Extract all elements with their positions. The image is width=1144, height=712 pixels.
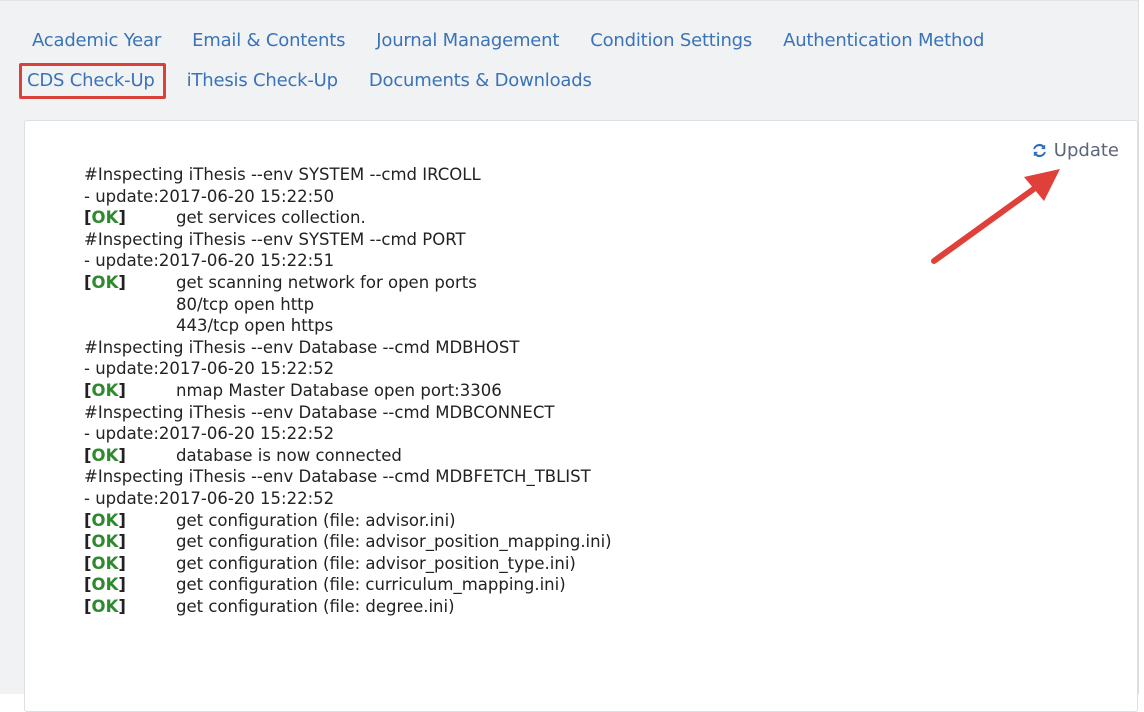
log-ok-line: [OK] get configuration (file: advisor.ini…: [84, 510, 612, 532]
log-ok-line: [OK] get configuration (file: curriculum_…: [84, 574, 612, 596]
ok-status-badge: [OK]: [84, 445, 126, 465]
log-header-line: - update:2017-06-20 15:22:52: [84, 359, 335, 379]
log-header-line: #Inspecting iThesis --env SYSTEM --cmd I…: [84, 165, 481, 184]
ok-status-text: OK: [91, 532, 119, 552]
log-detail-line: 443/tcp open https: [176, 316, 334, 336]
log-message: get configuration (file: advisor.ini): [176, 510, 456, 530]
log-header-line: #Inspecting iThesis --env Database --cmd…: [84, 337, 520, 357]
log-message: get configuration (file: degree.ini): [176, 596, 455, 616]
log-message: get configuration (file: advisor_positio…: [176, 553, 576, 573]
ok-status-badge: [OK]: [84, 510, 126, 530]
tab-academic-year[interactable]: Academic Year: [22, 26, 171, 57]
ok-status-text: OK: [91, 208, 119, 228]
log-message: get configuration (file: advisor_positio…: [176, 532, 612, 552]
ok-status-badge: [OK]: [84, 272, 126, 292]
log-ok-line: [OK] get services collection.: [84, 207, 612, 229]
tab-condition-settings[interactable]: Condition Settings: [580, 26, 762, 57]
log-message: get configuration (file: curriculum_mapp…: [176, 575, 566, 595]
ok-status-badge: [OK]: [84, 575, 126, 595]
tab-journal-management[interactable]: Journal Management: [366, 26, 569, 57]
log-ok-line: [OK] database is now connected: [84, 445, 612, 467]
log-message: nmap Master Database open port:3306: [176, 380, 502, 400]
tab-cds-check-up[interactable]: CDS Check-Up: [19, 63, 166, 99]
log-message: database is now connected: [176, 445, 402, 465]
ok-status-text: OK: [91, 445, 119, 465]
update-button[interactable]: Update: [1031, 140, 1119, 161]
ok-status-badge: [OK]: [84, 532, 126, 552]
ok-status-badge: [OK]: [84, 596, 126, 616]
tab-ithesis-check-up[interactable]: iThesis Check-Up: [177, 66, 348, 97]
log-ok-line: [OK] get configuration (file: advisor_pos…: [84, 531, 612, 553]
log-header-line: - update:2017-06-20 15:22:50: [84, 186, 335, 206]
settings-frame: Academic Year Email & Contents Journal Man…: [0, 0, 1139, 712]
annotation-arrow-icon: [931, 169, 1060, 264]
settings-tab-bar: Academic Year Email & Contents Journal Man…: [19, 21, 1122, 101]
ok-status-text: OK: [91, 272, 119, 292]
tab-row-secondary: CDS Check-Up iThesis Check-Up Documents & …: [19, 61, 1122, 101]
tab-row-primary: Academic Year Email & Contents Journal Man…: [22, 21, 1122, 61]
update-button-label: Update: [1053, 140, 1119, 161]
ok-status-badge: [OK]: [84, 553, 126, 573]
tab-authentication-method[interactable]: Authentication Method: [773, 26, 994, 57]
tab-documents-downloads[interactable]: Documents & Downloads: [359, 66, 602, 97]
log-detail-line: 80/tcp open http: [176, 294, 315, 314]
log-header-line: #Inspecting iThesis --env Database --cmd…: [84, 467, 591, 487]
log-header-line: - update:2017-06-20 15:22:52: [84, 488, 335, 508]
log-ok-line: [OK] get configuration (file: advisor_pos…: [84, 553, 612, 575]
ok-status-text: OK: [91, 596, 119, 616]
log-ok-line: [OK] nmap Master Database open port:3306: [84, 380, 612, 402]
log-ok-line: [OK] get configuration (file: degree.ini): [84, 596, 612, 618]
log-header-line: - update:2017-06-20 15:22:52: [84, 424, 335, 444]
refresh-icon: [1032, 143, 1046, 158]
log-message: get services collection.: [176, 208, 366, 228]
ok-status-text: OK: [91, 380, 119, 400]
log-header-line: - update:2017-06-20 15:22:51: [84, 251, 335, 271]
ok-status-text: OK: [91, 575, 119, 595]
check-up-log: #Inspecting iThesis --env SYSTEM --cmd I…: [84, 164, 612, 617]
ok-status-text: OK: [91, 553, 119, 573]
log-message: get scanning network for open ports: [176, 272, 477, 292]
log-header-line: #Inspecting iThesis --env SYSTEM --cmd P…: [84, 229, 466, 249]
ok-status-badge: [OK]: [84, 380, 126, 400]
tab-email-contents[interactable]: Email & Contents: [182, 26, 355, 57]
log-header-line: #Inspecting iThesis --env Database --cmd…: [84, 402, 555, 422]
ok-status-badge: [OK]: [84, 208, 126, 228]
log-ok-line: [OK] get scanning network for open ports: [84, 272, 612, 294]
ok-status-text: OK: [91, 510, 119, 530]
